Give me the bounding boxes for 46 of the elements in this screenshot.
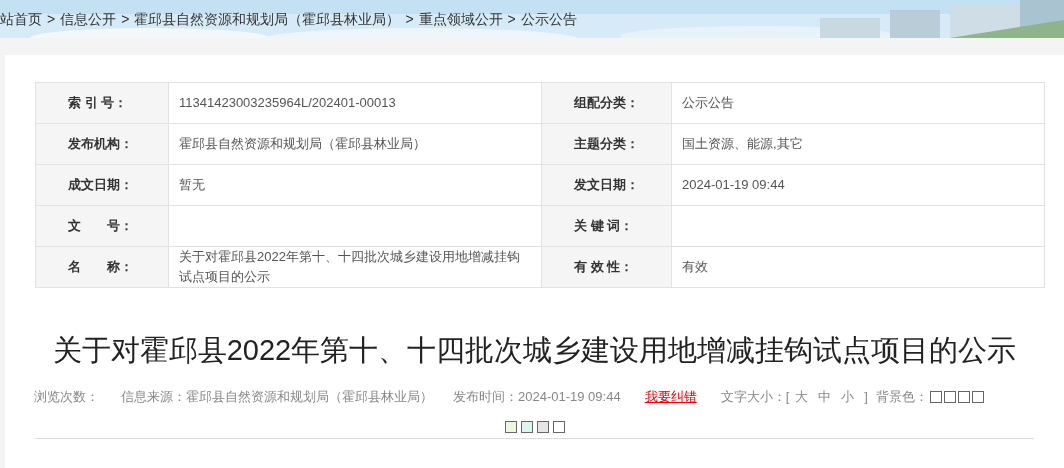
- field-label: 组配分类：: [574, 95, 639, 111]
- field-value: 公示公告: [682, 95, 734, 110]
- font-size-option[interactable]: 中: [818, 387, 832, 407]
- breadcrumb-separator: >: [405, 9, 414, 29]
- bracket-text: ]: [864, 388, 868, 406]
- field-value: 有效: [682, 259, 708, 274]
- article-title: 关于对霍邱县2022年第十、十四批次城乡建设用地增减挂钩试点项目的公示: [51, 333, 1018, 368]
- source-text: 信息来源：霍邱县自然资源和规划局（霍邱县林业局）: [121, 388, 433, 406]
- field-value: 国土资源、能源,其它: [682, 136, 803, 151]
- report-error-link[interactable]: 我要纠错: [644, 387, 697, 407]
- field-label: 主题分类：: [574, 136, 639, 152]
- field-label: 索 引 号：: [68, 95, 128, 111]
- breadcrumb-link[interactable]: 站首页: [0, 8, 42, 30]
- field-value: 11341423003235964L/202401-00013: [179, 95, 396, 110]
- color-swatch[interactable]: [520, 420, 533, 433]
- color-swatch[interactable]: [536, 420, 549, 433]
- breadcrumb-link[interactable]: 公示公告: [520, 8, 577, 30]
- publish-time: 发布时间：2024-01-19 09:44: [453, 388, 621, 406]
- font-size-label: 文字大小：[: [720, 388, 790, 406]
- field-value: 暂无: [179, 177, 205, 192]
- field-label: 关 键 词：: [574, 218, 634, 234]
- field-value: 霍邱县自然资源和规划局（霍邱县林业局）: [179, 136, 426, 151]
- color-swatch[interactable]: [929, 390, 942, 403]
- color-swatch[interactable]: [957, 390, 970, 403]
- breadcrumb-separator: >: [121, 9, 130, 29]
- field-label: 有 效 性：: [574, 259, 634, 275]
- breadcrumb-separator: >: [47, 9, 56, 29]
- field-label: 成文日期：: [68, 177, 133, 193]
- field-label: 文 号：: [68, 218, 133, 234]
- breadcrumb-link[interactable]: 重点领域公开: [418, 8, 503, 30]
- field-value: 2024-01-19 09:44: [682, 177, 785, 192]
- color-swatch[interactable]: [552, 420, 565, 433]
- field-label: 发文日期：: [574, 177, 639, 193]
- field-value: 关于对霍邱县2022年第十、十四批次城乡建设用地增减挂钩试点项目的公示: [179, 249, 520, 284]
- field-label: 发布机构：: [68, 136, 133, 152]
- font-size-option[interactable]: 小: [841, 387, 855, 407]
- background-label: 背景色：: [875, 388, 928, 406]
- color-swatch[interactable]: [943, 390, 956, 403]
- breadcrumb-link[interactable]: 霍邱县自然资源和规划局（霍邱县林业局）: [134, 8, 401, 30]
- view-count-label: 浏览次数：: [34, 388, 99, 406]
- color-swatch[interactable]: [971, 390, 984, 403]
- breadcrumb-link[interactable]: 信息公开: [60, 8, 117, 30]
- font-size-option[interactable]: 大: [795, 387, 809, 407]
- breadcrumb-separator: >: [507, 9, 516, 29]
- color-swatch[interactable]: [504, 420, 517, 433]
- field-label: 名 称：: [68, 259, 133, 275]
